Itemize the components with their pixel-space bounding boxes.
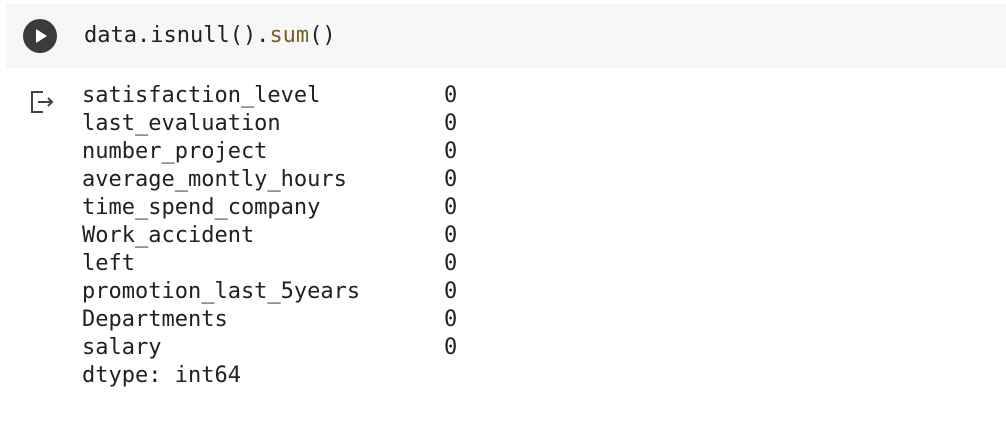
output-null-count: 0 <box>444 223 458 248</box>
code-line[interactable]: data.isnull().sum() <box>84 20 336 52</box>
output-dtype-row: dtype: int64 <box>82 362 474 390</box>
output-row: salary 0 <box>82 334 474 362</box>
output-row: Departments 0 <box>82 306 474 334</box>
output-row: satisfaction_level 0 <box>82 82 474 110</box>
run-cell-button[interactable] <box>23 19 57 53</box>
output-null-count: 0 <box>444 111 458 136</box>
output-column-name: average_montly_hours <box>82 167 347 192</box>
output-redirect-icon[interactable] <box>28 88 56 116</box>
code-function-name: sum <box>269 23 310 48</box>
cell-output: satisfaction_level 0 last_evaluation 0 n… <box>82 82 474 390</box>
output-row: promotion_last_5years 0 <box>82 278 474 306</box>
output-null-count: 0 <box>444 139 458 164</box>
output-row: number_project 0 <box>82 138 474 166</box>
code-cell[interactable]: data.isnull().sum() <box>6 4 1006 68</box>
output-null-count: 0 <box>444 307 458 332</box>
output-null-count: 0 <box>444 195 458 220</box>
output-null-count: 0 <box>444 251 458 276</box>
output-row: time_spend_company 0 <box>82 194 474 222</box>
output-null-count: 0 <box>444 279 458 304</box>
output-column-name: satisfaction_level <box>82 83 321 108</box>
output-column-name: Departments <box>82 307 228 332</box>
output-null-count: 0 <box>444 83 458 108</box>
output-column-name: last_evaluation <box>82 111 281 136</box>
output-row: average_montly_hours 0 <box>82 166 474 194</box>
output-column-name: left <box>82 251 135 276</box>
play-icon <box>36 29 47 43</box>
code-suffix: () <box>309 23 336 48</box>
output-row: Work_accident 0 <box>82 222 474 250</box>
code-prefix: data.isnull(). <box>84 23 270 48</box>
output-null-count: 0 <box>444 167 458 192</box>
output-null-count: 0 <box>444 335 458 360</box>
output-column-name: salary <box>82 335 162 360</box>
output-row: last_evaluation 0 <box>82 110 474 138</box>
output-column-name: promotion_last_5years <box>82 279 361 304</box>
output-column-name: number_project <box>82 139 268 164</box>
output-dtype: dtype: int64 <box>82 363 241 388</box>
output-column-name: time_spend_company <box>82 195 321 220</box>
output-column-name: Work_accident <box>82 223 255 248</box>
output-row: left 0 <box>82 250 474 278</box>
